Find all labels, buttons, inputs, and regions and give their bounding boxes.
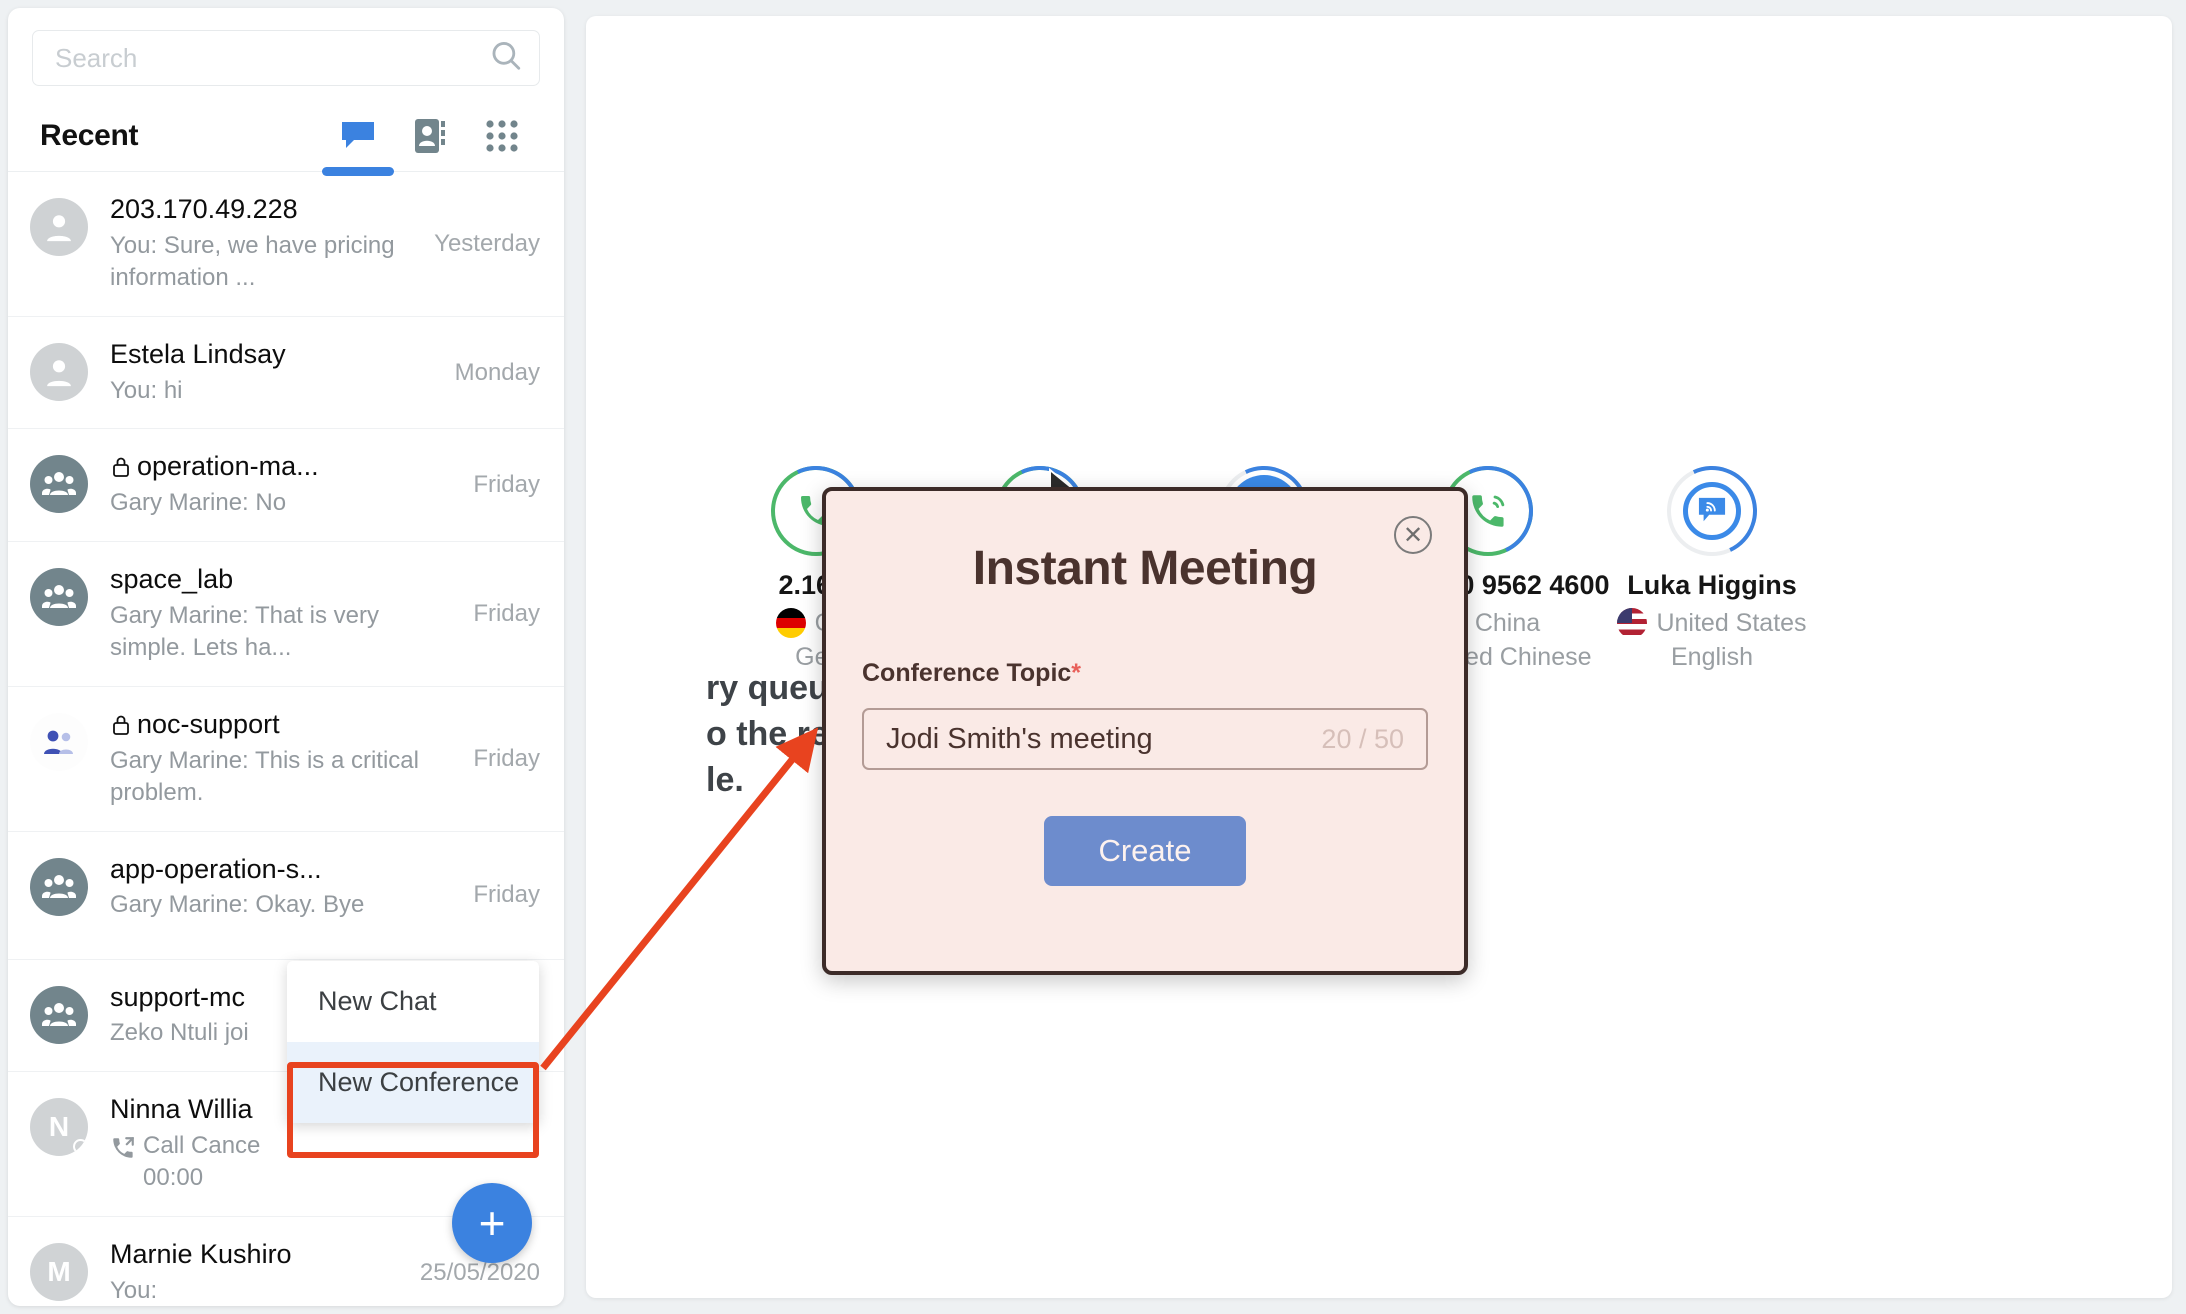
list-item-title: space_lab	[110, 564, 234, 595]
plus-icon: +	[478, 1197, 506, 1249]
presence-dot	[73, 1139, 88, 1155]
list-item-preview: Call Cance	[143, 1132, 261, 1160]
search-input[interactable]	[53, 41, 519, 75]
list-item-preview: Gary Marine: That is very simple. Lets h…	[110, 602, 379, 661]
avatar	[30, 712, 88, 771]
list-item-preview: Gary Marine: Okay. Bye	[110, 891, 365, 919]
list-item-time: Friday	[473, 744, 540, 772]
group-icon	[42, 585, 76, 609]
search-container	[8, 8, 564, 100]
lock-icon	[113, 457, 129, 478]
progress-arc	[1654, 453, 1770, 569]
lock-icon	[113, 715, 129, 735]
list-item-preview: Gary Marine: This is a critical problem.	[110, 746, 419, 806]
country-label: China	[1474, 608, 1541, 637]
list-item-title: noc-support	[110, 709, 461, 741]
sidebar-header: Recent	[8, 100, 564, 176]
address-book-icon	[415, 118, 445, 153]
list-item[interactable]: space_lab Gary Marine: That is very simp…	[8, 542, 564, 687]
tab-chat[interactable]	[322, 100, 394, 176]
avatar: N	[30, 1098, 88, 1157]
list-item-time: Yesterday	[434, 229, 540, 257]
list-item-time: Friday	[473, 600, 540, 628]
required-marker: *	[1071, 659, 1082, 687]
list-item[interactable]: Estela Lindsay You: hi Monday	[8, 317, 564, 430]
tab-keypad[interactable]	[466, 100, 538, 172]
instant-meeting-dialog: ✕ Instant Meeting Conference Topic* Jodi…	[822, 487, 1468, 975]
avatar	[30, 568, 88, 627]
list-item-time: 25/05/2020	[419, 1258, 540, 1286]
list-item-call-duration: 00:00	[143, 1164, 204, 1192]
context-menu[interactable]: New Chat New Conference	[287, 961, 539, 1123]
list-item-title-text: operation-ma...	[137, 451, 319, 482]
person-icon	[47, 215, 71, 242]
list-item-preview: Gary Marine: No	[110, 489, 287, 517]
flag-us-icon	[1617, 608, 1648, 638]
avatar	[30, 342, 88, 401]
list-item-title: operation-ma...	[110, 451, 461, 483]
page-title: Recent	[40, 118, 139, 152]
search-icon[interactable]	[489, 39, 523, 78]
avatar	[30, 455, 88, 514]
call-status-ring	[1654, 453, 1770, 569]
conference-topic-value: Jodi Smith's meeting	[886, 722, 1153, 755]
menu-item-new-chat[interactable]: New Chat	[287, 961, 539, 1042]
dialog-title: Instant Meeting	[972, 542, 1318, 595]
list-item-time: Friday	[473, 881, 540, 909]
new-conversation-fab[interactable]: +	[452, 1183, 532, 1263]
avatar	[30, 198, 88, 256]
search-box[interactable]	[32, 30, 540, 86]
list-item-preview: You:	[110, 1276, 158, 1304]
person-icon	[47, 359, 71, 386]
flag-de-icon	[775, 608, 806, 638]
list-item[interactable]: 203.170.49.228 You: Sure, we have pricin…	[8, 172, 564, 317]
group-icon	[42, 1002, 76, 1026]
list-item-preview: You: hi	[110, 376, 183, 404]
list-item-preview: Zeko Ntuli joi	[110, 1019, 249, 1047]
list-item-title: app-operation-s...	[110, 853, 322, 884]
country-label: United States	[1656, 608, 1807, 637]
duo-person-icon	[44, 730, 73, 754]
contact-card-country: United States	[1600, 608, 1824, 638]
menu-item-label: New Chat	[318, 986, 437, 1016]
conversation-list[interactable]: 203.170.49.228 You: Sure, we have pricin…	[8, 172, 564, 1306]
conference-topic-input[interactable]: Jodi Smith's meeting 20 / 50	[862, 708, 1428, 770]
contact-card[interactable]: Luka Higgins United States English	[1600, 453, 1824, 672]
list-item-time: Monday	[454, 358, 540, 386]
create-button[interactable]: Create	[1044, 816, 1246, 886]
avatar: M	[30, 1242, 88, 1301]
list-item[interactable]: app-operation-s... Gary Marine: Okay. By…	[8, 832, 564, 960]
list-item-title: 203.170.49.228	[110, 194, 298, 224]
app-root: Recent	[0, 0, 2186, 1314]
avatar	[30, 857, 88, 916]
list-item-title: Marnie Kushiro	[110, 1238, 292, 1269]
list-item-title-text: noc-support	[137, 708, 280, 739]
tab-contacts[interactable]	[394, 100, 466, 172]
group-icon	[42, 874, 76, 898]
conference-topic-label: Conference Topic*	[826, 596, 1464, 688]
call-outgoing-icon	[113, 1137, 134, 1158]
list-item-time: Friday	[473, 471, 540, 499]
group-icon	[42, 472, 76, 496]
field-label-text: Conference Topic	[862, 659, 1072, 687]
list-item[interactable]: noc-support Gary Marine: This is a criti…	[8, 687, 564, 832]
contact-card-name: Luka Higgins	[1627, 570, 1797, 600]
menu-item-new-conference[interactable]: New Conference	[287, 1042, 539, 1123]
avatar	[30, 985, 88, 1044]
list-item-title: Estela Lindsay	[110, 338, 286, 369]
dialog-actions: Create	[826, 770, 1464, 886]
character-counter: 20 / 50	[1321, 723, 1404, 754]
list-item-preview: You: Sure, we have pricing information .…	[110, 231, 395, 291]
list-item[interactable]: operation-ma... Gary Marine: No Friday	[8, 429, 564, 543]
grid-dots-icon	[486, 119, 518, 152]
menu-item-label: New Conference	[318, 1067, 520, 1097]
close-icon[interactable]: ✕	[1394, 516, 1432, 554]
chat-bubble-icon	[342, 121, 374, 148]
